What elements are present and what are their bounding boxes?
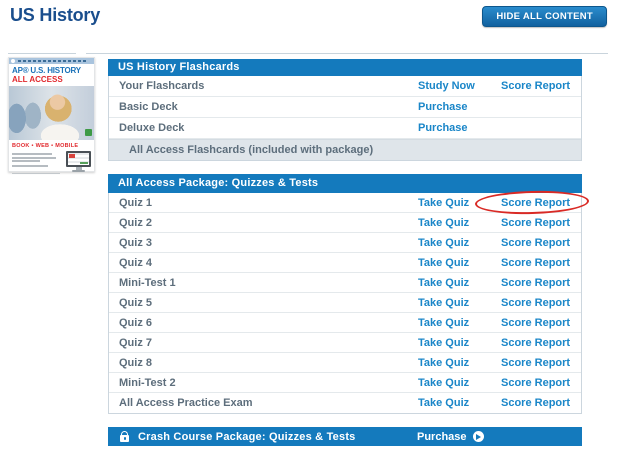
take-quiz-link[interactable]: Take Quiz — [418, 297, 501, 309]
lock-icon — [120, 435, 129, 442]
cover-top-banner — [9, 58, 94, 64]
score-report-link[interactable]: Score Report — [501, 317, 581, 329]
take-quiz-link[interactable]: Take Quiz — [418, 357, 501, 369]
take-quiz-link[interactable]: Take Quiz — [418, 197, 501, 209]
score-report-link[interactable]: Score Report — [501, 277, 581, 289]
crash-course-left: Crash Course Package: Quizzes & Tests — [108, 431, 417, 443]
book-cover-thumbnail: AP® U.S. HISTORY ALL ACCESS BOOK • WEB •… — [8, 57, 95, 172]
table-row: Mini-Test 2 Take Quiz Score Report — [109, 373, 581, 393]
table-row: All Access Practice Exam Take Quiz Score… — [109, 393, 581, 413]
table-row: Quiz 5 Take Quiz Score Report — [109, 293, 581, 313]
flashcards-table-header: US History Flashcards — [108, 59, 582, 76]
cover-tagline: BOOK • WEB • MOBILE — [9, 140, 94, 149]
table-row: Basic Deck Purchase — [109, 97, 581, 118]
row-label: Quiz 8 — [109, 357, 418, 369]
take-quiz-link[interactable]: Take Quiz — [418, 317, 501, 329]
table-row: Quiz 1 Take Quiz Score Report — [109, 193, 581, 213]
cover-text-line — [12, 173, 60, 174]
primary-action-link[interactable]: Purchase — [418, 101, 501, 113]
row-label: Quiz 7 — [109, 337, 418, 349]
content-column: US History Flashcards Your Flashcards St… — [108, 59, 582, 446]
laptop-screen — [66, 151, 91, 167]
laptop-graphic — [66, 151, 91, 172]
laptop-base — [72, 170, 85, 172]
quizzes-table-body: Quiz 1 Take Quiz Score Report Quiz 2 Tak… — [108, 193, 582, 414]
score-report-link[interactable]: Score Report — [501, 357, 581, 369]
included-flashcards-note: All Access Flashcards (included with pac… — [109, 139, 581, 160]
table-row: Your Flashcards Study Now Score Report — [109, 76, 581, 97]
row-label: Basic Deck — [109, 101, 418, 113]
score-report-link[interactable]: Score Report — [501, 197, 581, 209]
row-label: All Access Practice Exam — [109, 397, 418, 409]
take-quiz-link[interactable]: Take Quiz — [418, 237, 501, 249]
cover-text-line — [12, 153, 52, 155]
score-report-link[interactable]: Score Report — [501, 257, 581, 269]
table-row: Quiz 6 Take Quiz Score Report — [109, 313, 581, 333]
flashcards-rows: Your Flashcards Study Now Score Report B… — [109, 76, 581, 139]
row-label: Mini-Test 2 — [109, 377, 418, 389]
score-report-link[interactable]: Score Report — [501, 237, 581, 249]
table-row: Quiz 8 Take Quiz Score Report — [109, 353, 581, 373]
table-row: Deluxe Deck Purchase — [109, 118, 581, 139]
purchase-arrow-icon — [473, 431, 484, 442]
cover-series-title: AP® U.S. HISTORY — [9, 64, 94, 75]
hide-all-content-button[interactable]: HIDE ALL CONTENT — [482, 6, 607, 27]
rea-green-logo-icon — [85, 129, 92, 136]
row-label: Your Flashcards — [109, 80, 418, 92]
table-row: Quiz 2 Take Quiz Score Report — [109, 213, 581, 233]
purchase-label: Purchase — [417, 431, 467, 443]
table-row: Quiz 4 Take Quiz Score Report — [109, 253, 581, 273]
cover-text-line — [12, 157, 56, 159]
table-row: Quiz 7 Take Quiz Score Report — [109, 333, 581, 353]
score-report-link[interactable]: Score Report — [501, 217, 581, 229]
divider-line — [86, 53, 608, 54]
cover-edition-title: ALL ACCESS — [9, 75, 94, 84]
flashcards-table-body: Your Flashcards Study Now Score Report B… — [108, 76, 582, 161]
take-quiz-link[interactable]: Take Quiz — [418, 257, 501, 269]
cover-fine-print — [9, 151, 94, 179]
take-quiz-link[interactable]: Take Quiz — [418, 337, 501, 349]
row-label: Quiz 2 — [109, 217, 418, 229]
table-row: Mini-Test 1 Take Quiz Score Report — [109, 273, 581, 293]
cover-text-line — [12, 160, 40, 162]
crash-course-purchase-link[interactable]: Purchase — [417, 431, 582, 443]
crash-course-label: Crash Course Package: Quizzes & Tests — [138, 431, 356, 443]
quizzes-table: All Access Package: Quizzes & Tests Quiz… — [108, 174, 582, 414]
take-quiz-link[interactable]: Take Quiz — [418, 377, 501, 389]
row-label: Quiz 4 — [109, 257, 418, 269]
take-quiz-link[interactable]: Take Quiz — [418, 217, 501, 229]
take-quiz-link[interactable]: Take Quiz — [418, 397, 501, 409]
score-report-link[interactable]: Score Report — [501, 337, 581, 349]
row-label: Deluxe Deck — [109, 122, 418, 134]
row-label: Quiz 6 — [109, 317, 418, 329]
primary-action-link[interactable]: Study Now — [418, 80, 501, 92]
row-label: Quiz 1 — [109, 197, 418, 209]
crash-course-bar: Crash Course Package: Quizzes & Tests Pu… — [108, 427, 582, 446]
flashcards-table: US History Flashcards Your Flashcards St… — [108, 59, 582, 161]
row-label: Quiz 5 — [109, 297, 418, 309]
study-center-page: US History HIDE ALL CONTENT AP® U.S. HIS… — [0, 0, 623, 450]
score-report-link[interactable]: Score Report — [501, 377, 581, 389]
page-title: US History — [10, 5, 100, 26]
quizzes-rows: Quiz 1 Take Quiz Score Report Quiz 2 Tak… — [109, 193, 581, 413]
cover-text-line — [12, 165, 48, 167]
divider-line — [8, 53, 76, 54]
score-report-link[interactable]: Score Report — [501, 80, 581, 92]
primary-action-link[interactable]: Purchase — [418, 122, 501, 134]
score-report-link[interactable]: Score Report — [501, 297, 581, 309]
table-row: Quiz 3 Take Quiz Score Report — [109, 233, 581, 253]
row-label: Mini-Test 1 — [109, 277, 418, 289]
quizzes-table-header: All Access Package: Quizzes & Tests — [108, 174, 582, 193]
cover-student-photo — [9, 86, 94, 140]
take-quiz-link[interactable]: Take Quiz — [418, 277, 501, 289]
score-report-link[interactable]: Score Report — [501, 397, 581, 409]
row-label: Quiz 3 — [109, 237, 418, 249]
